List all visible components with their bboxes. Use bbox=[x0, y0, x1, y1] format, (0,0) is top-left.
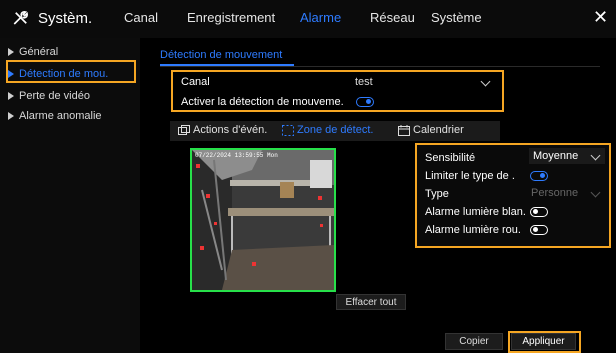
tab-alarme[interactable]: Alarme bbox=[300, 10, 341, 25]
chevron-right-icon bbox=[8, 92, 14, 100]
tab-enregistrement[interactable]: Enregistrement bbox=[187, 10, 275, 25]
actions-icon bbox=[178, 124, 190, 135]
tools-icon bbox=[13, 11, 28, 25]
copy-button[interactable]: Copier bbox=[445, 333, 503, 350]
sidebar-item-label: Général bbox=[19, 46, 59, 58]
close-icon[interactable]: ✕ bbox=[593, 7, 608, 28]
sidebar-item-anomaly[interactable]: Alarme anomalie bbox=[8, 110, 102, 122]
tab-systeme[interactable]: Système bbox=[431, 10, 482, 25]
chevron-down-icon bbox=[480, 76, 491, 87]
subtab-calendar[interactable]: Calendrier bbox=[398, 124, 464, 136]
sidebar-item-general[interactable]: Général bbox=[8, 46, 58, 58]
sidebar-item-label: Alarme anomalie bbox=[19, 110, 102, 122]
chevron-right-icon bbox=[8, 112, 14, 120]
tab-reseau[interactable]: Réseau bbox=[370, 10, 415, 25]
brand-title: Systèm. bbox=[38, 9, 93, 27]
canal-label: Canal bbox=[181, 76, 210, 88]
tab-canal[interactable]: Canal bbox=[124, 10, 158, 25]
subtab-actions[interactable]: Actions d'évén. bbox=[178, 124, 267, 136]
canal-select[interactable]: test bbox=[355, 76, 495, 88]
activer-label: Activer la détection de mouveme. bbox=[181, 96, 344, 108]
subtab-actions-label: Actions d'évén. bbox=[193, 124, 268, 136]
video-preview[interactable]: 07/22/2024 13:59:55 Mon bbox=[190, 148, 336, 292]
subtab-zone-label: Zone de détect. bbox=[297, 124, 374, 136]
subtab-bar: Actions d'évén. Zone de détect. Calendri… bbox=[170, 121, 500, 141]
camera-scene bbox=[192, 150, 334, 290]
zone-icon bbox=[282, 124, 294, 136]
top-bar: Systèm. Canal Enregistrement Alarme Rése… bbox=[0, 0, 616, 38]
brand: Systèm. bbox=[12, 9, 92, 27]
motion-enable-toggle[interactable] bbox=[356, 97, 374, 107]
clear-all-button[interactable]: Effacer tout bbox=[336, 294, 406, 310]
sidebar-item-video-loss[interactable]: Perte de vidéo bbox=[8, 90, 90, 102]
toggle-knob bbox=[366, 99, 371, 104]
canal-value: test bbox=[355, 76, 373, 88]
highlight-apply-button bbox=[508, 331, 581, 353]
chevron-right-icon bbox=[8, 48, 14, 56]
subtab-zone[interactable]: Zone de détect. bbox=[282, 124, 373, 136]
subtab-calendar-label: Calendrier bbox=[413, 124, 464, 136]
highlight-sidebar bbox=[6, 60, 136, 83]
tab-motion-detection[interactable]: Détection de mouvement bbox=[160, 49, 282, 61]
highlight-settings-panel bbox=[415, 143, 611, 248]
divider bbox=[160, 66, 600, 67]
video-timestamp: 07/22/2024 13:59:55 Mon bbox=[195, 152, 278, 159]
calendar-icon bbox=[398, 124, 410, 136]
sidebar-item-label: Perte de vidéo bbox=[19, 90, 90, 102]
sidebar: Général Détection de mou. Perte de vidéo… bbox=[0, 38, 140, 353]
